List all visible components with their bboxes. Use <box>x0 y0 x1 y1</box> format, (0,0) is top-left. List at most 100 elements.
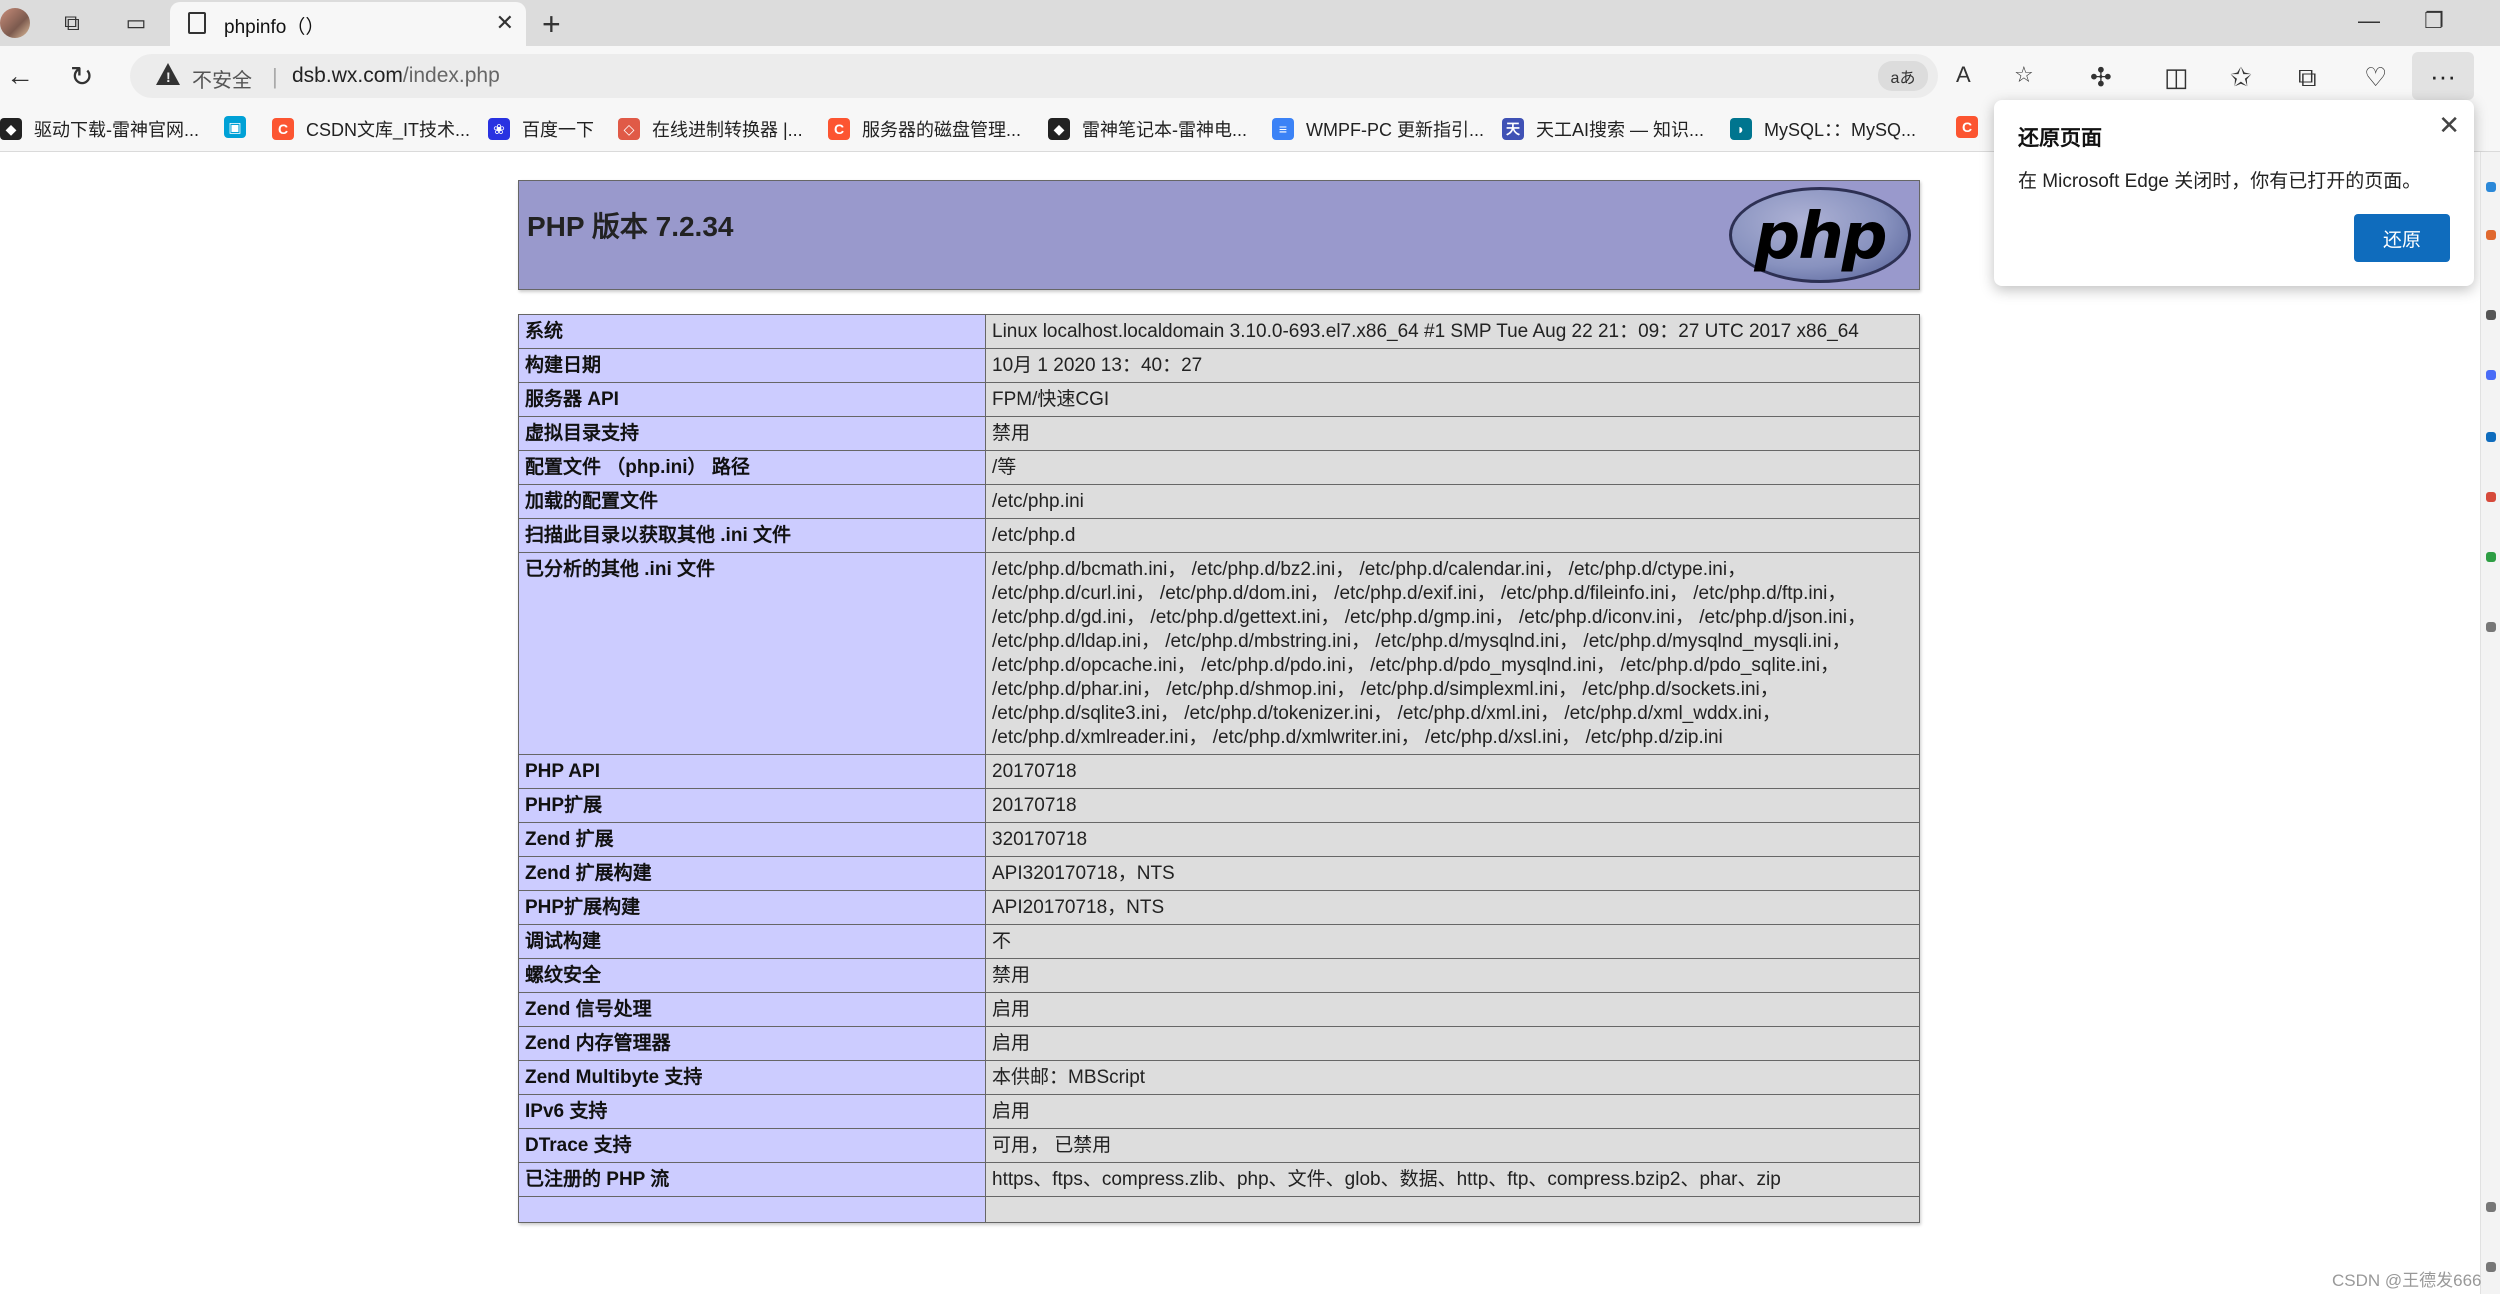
row-key: 加载的配置文件 <box>518 484 986 519</box>
row-value: /etc/php.ini <box>985 484 1920 519</box>
baidu-icon: ❀ <box>488 118 510 140</box>
row-key: 已分析的其他 .ini 文件 <box>518 552 986 755</box>
restore-button[interactable]: 还原 <box>2354 214 2450 262</box>
popup-message: 在 Microsoft Edge 关闭时，你有已打开的页面。 <box>2018 171 2422 192</box>
row-key: Zend 内存管理器 <box>518 1026 986 1061</box>
restore-pages-popup: 还原页面 ✕ 在 Microsoft Edge 关闭时，你有已打开的页面。 还原 <box>1994 100 2474 286</box>
url-host: dsb.wx.com <box>292 64 403 87</box>
page-title: PHP 版本 7.2.34 <box>527 211 734 242</box>
workspaces-icon[interactable]: ⧉ <box>58 10 86 36</box>
tab-phpinfo[interactable]: phpinfo（） ✕ <box>170 2 526 46</box>
csdn-icon: C <box>828 118 850 140</box>
favorites-icon[interactable]: ✩ <box>2230 62 2252 93</box>
row-key: 调试构建 <box>518 924 986 959</box>
bookmark-label: 驱动下载-雷神官网... <box>34 120 199 140</box>
row-key <box>518 1196 986 1223</box>
bookmark-item[interactable]: C <box>1956 116 1990 138</box>
profile-avatar[interactable] <box>0 8 30 38</box>
favorite-star-icon[interactable]: ☆ <box>2014 62 2034 88</box>
extensions-icon[interactable]: ✣ <box>2090 62 2112 93</box>
sidebar-app-icon[interactable] <box>2486 552 2496 562</box>
sidebar-app-icon[interactable] <box>2486 492 2496 502</box>
bilibili-icon: ▣ <box>224 116 246 138</box>
row-key: 已注册的 PHP 流 <box>518 1162 986 1197</box>
sidebar-app-icon[interactable] <box>2486 370 2496 380</box>
bookmark-item[interactable]: 天天工AI搜索 — 知识... <box>1502 116 1704 142</box>
close-tab-icon[interactable]: ✕ <box>496 10 514 36</box>
php-logo[interactable]: php <box>1729 187 1911 283</box>
table-row: Zend 扩展 320170718 <box>518 822 1920 857</box>
settings-more-button[interactable]: ··· <box>2412 52 2474 100</box>
leishen-icon: ◆ <box>1048 118 1070 140</box>
tab-actions-icon[interactable]: ▭ <box>122 10 150 36</box>
row-key: Zend 扩展 <box>518 822 986 857</box>
bookmark-item[interactable]: ◆ 雷神笔记本-雷神电... <box>1048 116 1247 142</box>
row-value: API320170718，NTS <box>985 856 1920 891</box>
sidebar-app-icon[interactable] <box>2486 432 2496 442</box>
bookmark-label: 服务器的磁盘管理... <box>862 120 1022 140</box>
watermark: CSDN @王德发666 <box>2332 1271 2482 1290</box>
row-value: /等 <box>985 450 1920 485</box>
row-key: 配置文件 （php.ini） 路径 <box>518 450 986 485</box>
row-key: 系统 <box>518 314 986 349</box>
table-row <box>518 1196 1920 1223</box>
bookmark-item[interactable]: C CSDN文库_IT技术... <box>272 116 470 142</box>
bookmark-item[interactable]: ▣ <box>224 116 258 138</box>
bookmark-label: 天工AI搜索 — 知识... <box>1536 120 1705 140</box>
tiangong-icon: 天 <box>1502 118 1524 140</box>
sidebar-app-icon[interactable] <box>2486 1262 2496 1272</box>
row-value: 本供邮：MBScript <box>985 1060 1920 1095</box>
row-value: FPM/快速CGI <box>985 382 1920 417</box>
sidebar-app-icon[interactable] <box>2486 622 2496 632</box>
row-value: 10月 1 2020 13：40：27 <box>985 348 1920 383</box>
bookmark-item[interactable]: ❀ 百度一下 <box>488 116 594 142</box>
row-value: API20170718，NTS <box>985 890 1920 925</box>
doc-icon: ≡ <box>1272 118 1294 140</box>
bookmark-item[interactable]: ◆ 驱动下载-雷神官网... <box>0 116 199 142</box>
table-row: 虚拟目录支持 禁用 <box>518 416 1920 451</box>
row-value: 20170718 <box>985 788 1920 823</box>
sidebar-app-icon[interactable] <box>2486 230 2496 240</box>
restore-window-button[interactable]: ❐ <box>2424 8 2444 34</box>
browser-essentials-icon[interactable]: ♡ <box>2364 62 2387 93</box>
row-value: 启用 <box>985 1026 1920 1061</box>
back-button[interactable]: ← <box>6 60 34 92</box>
translate-icon[interactable]: aあ <box>1878 61 1928 91</box>
refresh-button[interactable]: ↻ <box>70 60 93 93</box>
sidebar-app-icon[interactable] <box>2486 310 2496 320</box>
csdn-icon: C <box>1956 116 1978 138</box>
insecure-label[interactable]: 不安全 <box>192 64 252 93</box>
table-row: Zend 内存管理器 启用 <box>518 1026 1920 1061</box>
new-tab-button[interactable]: + <box>542 6 561 43</box>
tab-title: phpinfo（） <box>224 17 325 38</box>
bookmark-item[interactable]: ◗ MySQL：：MySQ... <box>1730 116 1916 142</box>
split-screen-icon[interactable]: ◫ <box>2164 62 2189 93</box>
toolbar: ← ↻ ! 不安全 | dsb.wx.com/index.php aあ A ☆ … <box>0 46 2500 108</box>
table-row: 服务器 API FPM/快速CGI <box>518 382 1920 417</box>
bookmark-item[interactable]: ◇ 在线进制转换器 |... <box>618 116 803 142</box>
bookmark-item[interactable]: ≡ WMPF-PC 更新指引... <box>1272 116 1484 142</box>
popup-title: 还原页面 <box>2018 127 2102 150</box>
table-row: Zend Multibyte 支持 本供邮：MBScript <box>518 1060 1920 1095</box>
table-row: 螺纹安全 禁用 <box>518 958 1920 993</box>
read-aloud-icon[interactable]: A <box>1956 62 1971 88</box>
sidebar-app-icon[interactable] <box>2486 1202 2496 1212</box>
minimize-button[interactable]: — <box>2358 8 2380 34</box>
table-row: PHP扩展构建 API20170718，NTS <box>518 890 1920 925</box>
row-key: IPv6 支持 <box>518 1094 986 1129</box>
row-key: Zend 信号处理 <box>518 992 986 1027</box>
close-icon[interactable]: ✕ <box>2438 110 2460 141</box>
sidebar-app-icon[interactable] <box>2486 182 2496 192</box>
table-row: 配置文件 （php.ini） 路径/等 <box>518 450 1920 485</box>
address-bar[interactable]: ! 不安全 | dsb.wx.com/index.php aあ A ☆ <box>130 54 2034 98</box>
table-row: 加载的配置文件/etc/php.ini <box>518 484 1920 519</box>
row-key: 虚拟目录支持 <box>518 416 986 451</box>
table-row: 扫描此目录以获取其他 .ini 文件/etc/php.d <box>518 518 1920 553</box>
row-key: Zend Multibyte 支持 <box>518 1060 986 1095</box>
collections-icon[interactable]: ⧉ <box>2298 62 2317 94</box>
url-text[interactable]: dsb.wx.com/index.php <box>292 64 500 88</box>
bookmark-item[interactable]: C 服务器的磁盘管理... <box>828 116 1021 142</box>
url-path: /index.php <box>402 64 500 87</box>
row-key: 扫描此目录以获取其他 .ini 文件 <box>518 518 986 553</box>
row-value: 可用， 已禁用 <box>985 1128 1920 1163</box>
